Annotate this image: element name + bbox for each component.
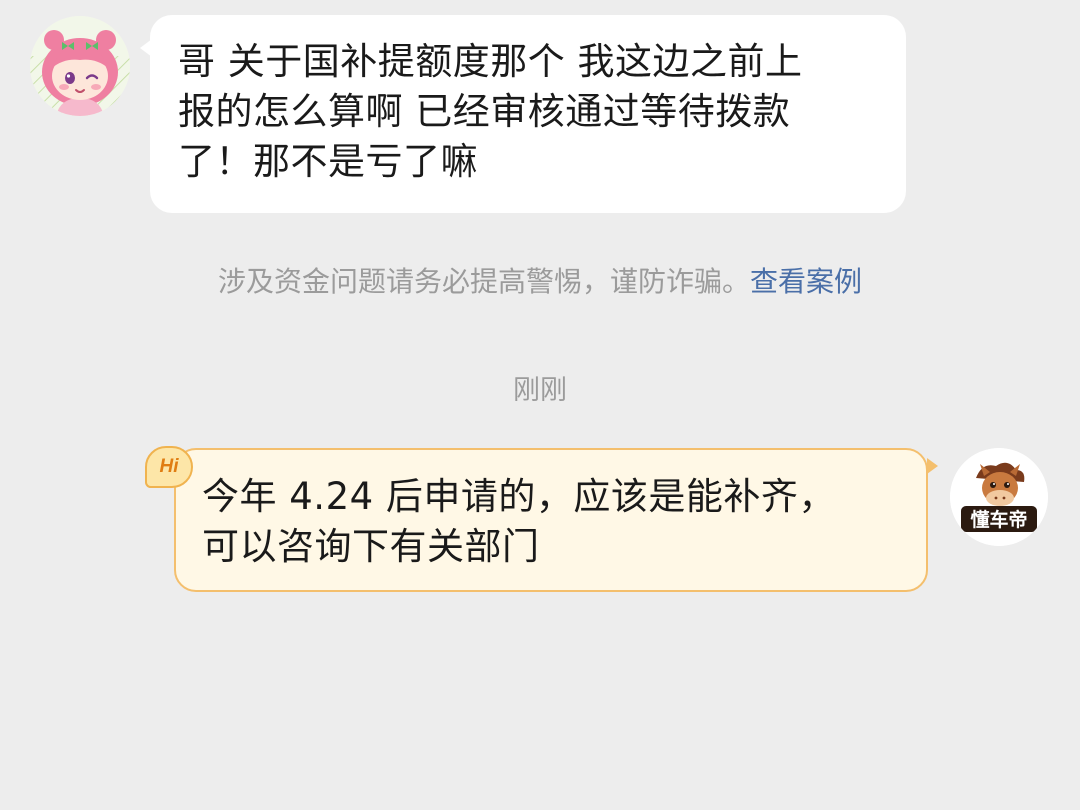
cartoon-girl-avatar-icon[interactable] [30, 16, 130, 116]
incoming-message-bubble[interactable]: 哥 关于国补提额度那个 我这边之前上 报的怎么算啊 已经审核通过等待拨款 了！那… [140, 15, 906, 213]
view-cases-link[interactable]: 查看案例 [750, 265, 862, 298]
outgoing-message-text: 今年 4.24 后申请的，应该是能补齐， 可以咨询下有关部门 [202, 475, 836, 568]
fraud-warning-text: 涉及资金问题请务必提高警惕，谨防诈骗。 [217, 265, 750, 298]
outgoing-message-bubble[interactable]: 今年 4.24 后申请的，应该是能补齐， 可以咨询下有关部门 [174, 448, 938, 592]
incoming-message-text: 哥 关于国补提额度那个 我这边之前上 报的怎么算啊 已经审核通过等待拨款 了！那… [178, 40, 803, 183]
dongchedi-horse-logo-icon[interactable]: 懂车帝 [950, 448, 1048, 546]
fraud-warning-notice: 涉及资金问题请务必提高警惕，谨防诈骗。查看案例 [0, 262, 1080, 302]
hi-badge-icon: Hi [145, 446, 193, 488]
message-timestamp: 刚刚 [513, 375, 567, 406]
logo-text: 懂车帝 [970, 508, 1027, 531]
